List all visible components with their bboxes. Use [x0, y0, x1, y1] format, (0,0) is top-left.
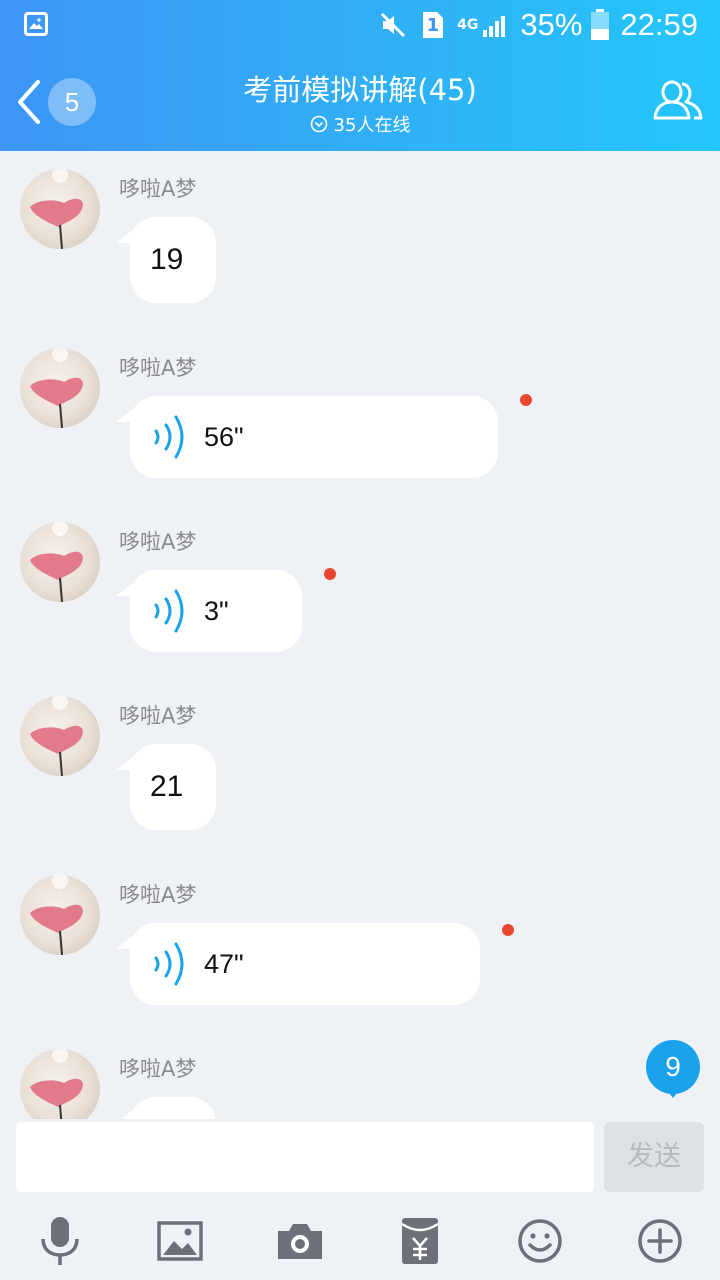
- text-bubble[interactable]: 19: [116, 217, 216, 303]
- mute-icon: [379, 11, 407, 39]
- chat-header: 5 考前模拟讲解(45) 35人在线: [0, 50, 720, 151]
- voice-bubble[interactable]: 47": [116, 923, 480, 1005]
- sender-name: 哆啦A梦: [119, 1057, 197, 1081]
- message-text: 19: [150, 243, 184, 276]
- plus-icon: [638, 1219, 682, 1263]
- microphone-icon: [41, 1217, 79, 1265]
- gallery-notification-icon: [24, 12, 48, 36]
- message-text: 21: [150, 770, 184, 803]
- battery-icon: [590, 9, 610, 41]
- sim-card-icon: 1: [421, 10, 458, 40]
- voice-duration: 47": [204, 948, 244, 979]
- group-members-button[interactable]: [652, 76, 704, 124]
- battery-percent: 35%: [520, 7, 583, 42]
- message-input[interactable]: [16, 1122, 594, 1192]
- bubble-tail: [116, 582, 134, 596]
- avatar[interactable]: [20, 348, 100, 428]
- bubble-tail: [116, 756, 134, 770]
- avatar[interactable]: [20, 169, 100, 249]
- unplayed-indicator: [502, 924, 514, 936]
- voice-wave-icon: [150, 940, 190, 988]
- voice-wave-icon: [150, 587, 190, 635]
- red-packet-icon: [401, 1218, 439, 1264]
- image-icon: [157, 1221, 203, 1261]
- camera-button[interactable]: [270, 1211, 330, 1271]
- input-toolbar: [0, 1211, 720, 1271]
- image-button[interactable]: [150, 1211, 210, 1271]
- emoji-icon: [518, 1219, 562, 1263]
- voice-bubble[interactable]: 3": [116, 570, 302, 652]
- bubble-tail: [116, 1109, 134, 1119]
- bubble-tail: [116, 229, 134, 243]
- network-type: 4G: [457, 17, 478, 33]
- avatar[interactable]: [20, 1049, 100, 1119]
- message-list[interactable]: 哆啦A梦 19 哆啦A梦 56" 哆啦A梦 3" 哆啦A梦 21 哆啦A梦 47…: [0, 151, 720, 1119]
- signal-icon: [482, 12, 510, 38]
- voice-duration: 56": [204, 421, 244, 452]
- avatar[interactable]: [20, 875, 100, 955]
- send-button[interactable]: 发送: [604, 1122, 704, 1192]
- status-bar: 1 4G 35% 22:59: [0, 0, 720, 50]
- sender-name: 哆啦A梦: [119, 704, 197, 728]
- clock: 22:59: [620, 7, 698, 42]
- sender-name: 哆啦A梦: [119, 177, 197, 201]
- more-button[interactable]: [630, 1211, 690, 1271]
- camera-icon: [278, 1224, 322, 1259]
- sender-name: 哆啦A梦: [119, 356, 197, 380]
- voice-input-button[interactable]: [30, 1211, 90, 1271]
- group-members-icon: [653, 80, 703, 120]
- online-count: 35人在线: [333, 115, 411, 136]
- input-bar: 发送: [0, 1119, 720, 1280]
- sender-name: 哆啦A梦: [119, 883, 197, 907]
- new-messages-badge[interactable]: 9: [646, 1040, 700, 1094]
- bubble-tail: [116, 935, 134, 949]
- new-messages-badge-tail: [665, 1088, 681, 1098]
- text-bubble[interactable]: [116, 1097, 216, 1119]
- red-packet-button[interactable]: [390, 1211, 450, 1271]
- emoji-button[interactable]: [510, 1211, 570, 1271]
- voice-wave-icon: [150, 413, 190, 461]
- voice-duration: 3": [204, 595, 229, 626]
- chevron-down-circle-icon: [310, 115, 327, 133]
- text-bubble[interactable]: 21: [116, 744, 216, 830]
- online-status[interactable]: 35人在线: [0, 111, 720, 137]
- bubble-tail: [116, 408, 134, 422]
- avatar[interactable]: [20, 696, 100, 776]
- sim-slot-label: 1: [426, 14, 440, 36]
- top-bar: 1 4G 35% 22:59 5 考前模拟讲解(45) 35人在线: [0, 0, 720, 151]
- unplayed-indicator: [324, 568, 336, 580]
- group-title[interactable]: 考前模拟讲解(45): [0, 67, 720, 109]
- sender-name: 哆啦A梦: [119, 530, 197, 554]
- status-icons: 1 4G 35% 22:59: [365, 6, 698, 44]
- unplayed-indicator: [520, 394, 532, 406]
- voice-bubble[interactable]: 56": [116, 396, 498, 478]
- network-label: 4G: [457, 17, 479, 33]
- avatar[interactable]: [20, 522, 100, 602]
